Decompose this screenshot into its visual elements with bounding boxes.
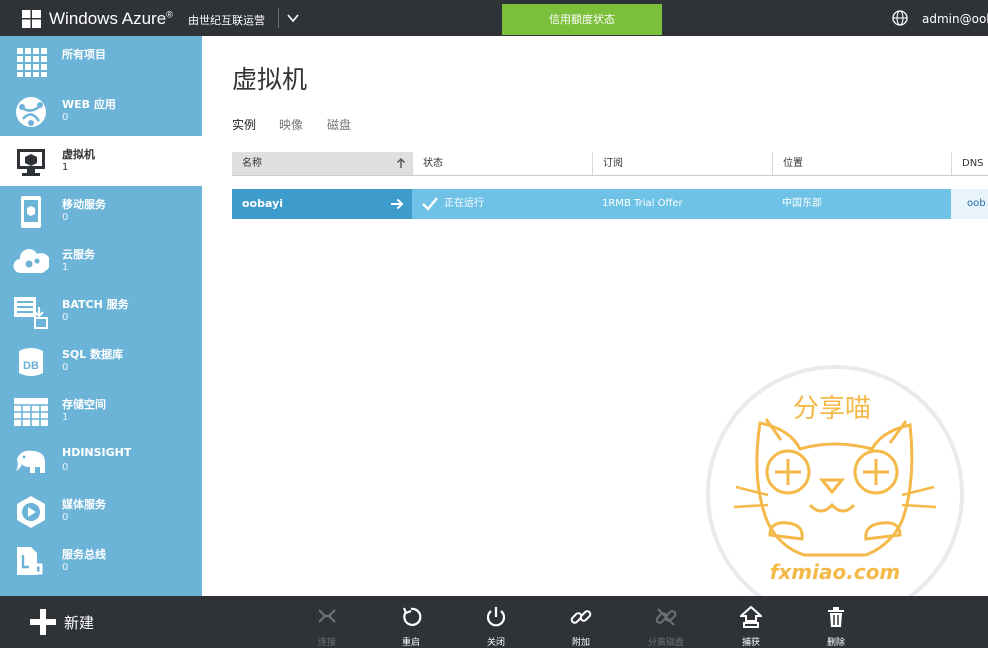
sidebar-item-sql-database[interactable]: DB SQL 数据库 0 [0, 336, 202, 386]
sidebar-item-count: 1 [62, 162, 69, 173]
sidebar: 所有项目 WEB 应用 0 虚拟机 1 移动服务 0 云服务 1 BATCH 服… [0, 36, 202, 596]
service-bus-icon [17, 547, 43, 575]
dns-cell[interactable]: oob [951, 189, 988, 219]
restart-button[interactable]: 重启 [381, 606, 441, 648]
web-apps-icon [16, 97, 46, 127]
sidebar-item-storage[interactable]: 存储空间 1 [0, 386, 202, 436]
sidebar-item-count: 0 [62, 112, 69, 123]
capture-icon [738, 605, 764, 628]
cloud-services-icon [13, 249, 49, 274]
column-header-dns[interactable]: DNS [951, 152, 988, 175]
new-button[interactable]: 新建 [30, 609, 94, 635]
sidebar-item-label: 云服务 [62, 248, 95, 261]
watermark-logo: 分享喵 fxmiao.com [706, 365, 964, 623]
sidebar-item-count: 0 [62, 362, 69, 373]
sidebar-item-web-apps[interactable]: WEB 应用 0 [0, 86, 202, 136]
credit-status-button[interactable]: 信用额度状态 [502, 4, 662, 35]
sidebar-item-count: 0 [62, 562, 69, 573]
shutdown-button[interactable]: 关闭 [466, 606, 526, 648]
page-title: 虚拟机 [232, 65, 308, 94]
sidebar-item-cloud-services[interactable]: 云服务 1 [0, 236, 202, 286]
brand-name: Windows Azure® [49, 9, 173, 28]
sidebar-item-count: 0 [62, 462, 69, 473]
delete-button[interactable]: 删除 [806, 606, 866, 648]
sidebar-item-label: 媒体服务 [62, 498, 106, 511]
mobile-services-icon [21, 196, 41, 228]
sidebar-item-batch-services[interactable]: BATCH 服务 0 [0, 286, 202, 336]
batch-services-icon [14, 297, 48, 329]
globe-icon[interactable] [892, 10, 908, 26]
capture-button[interactable]: 捕获 [721, 605, 781, 648]
sidebar-item-all-items[interactable]: 所有项目 [0, 36, 202, 86]
command-bar: 新建 连接 重启 关闭 附加 分离磁盘 捕获 删除 [0, 596, 988, 648]
plus-icon [30, 609, 56, 635]
sidebar-item-label: BATCH 服务 [62, 298, 129, 311]
sidebar-item-hdinsight[interactable]: HDINSIGHT 0 [0, 436, 202, 486]
arrow-right-icon[interactable] [390, 197, 404, 211]
sidebar-item-media-services[interactable]: 媒体服务 0 [0, 486, 202, 536]
table-header: 名称 状态 订阅 位置 DNS [232, 152, 988, 176]
sidebar-item-count: 1 [62, 412, 69, 423]
sidebar-item-label: HDINSIGHT [62, 446, 132, 459]
attach-button[interactable]: 附加 [551, 606, 611, 648]
sidebar-item-service-bus[interactable]: 服务总线 0 [0, 536, 202, 586]
attach-icon [570, 610, 592, 624]
sidebar-item-count: 0 [62, 212, 69, 223]
connect-icon [318, 609, 336, 623]
sidebar-item-count: 1 [62, 262, 69, 273]
sidebar-item-count: 0 [62, 512, 69, 523]
sidebar-item-label: WEB 应用 [62, 98, 116, 111]
account-name[interactable]: admin@oob [922, 12, 988, 26]
sql-database-icon: DB [19, 348, 43, 376]
column-header-status[interactable]: 状态 [412, 152, 592, 175]
table-row[interactable]: oobayi 正在运行 1RMB Trial Offer 中国东部 oob [232, 189, 988, 219]
chevron-down-icon[interactable] [286, 11, 300, 25]
status-cell: 正在运行 [412, 189, 592, 219]
connect-button[interactable]: 连接 [297, 606, 357, 648]
subscription-cell: 1RMB Trial Offer [602, 198, 683, 209]
detach-disk-icon [655, 608, 677, 626]
column-header-name[interactable]: 名称 [232, 152, 412, 175]
tab-disks[interactable]: 磁盘 [327, 116, 351, 133]
sidebar-item-label: 服务总线 [62, 548, 106, 561]
media-services-icon [17, 496, 45, 528]
svg-text:DB: DB [23, 360, 39, 372]
windows-logo-icon [22, 10, 41, 28]
tab-images[interactable]: 映像 [279, 116, 303, 133]
watermark-url: fxmiao.com [770, 560, 901, 584]
tab-instances[interactable]: 实例 [232, 116, 256, 133]
sidebar-item-label: 所有项目 [62, 48, 106, 61]
sidebar-item-count: 0 [62, 312, 69, 323]
sidebar-item-mobile-services[interactable]: 移动服务 0 [0, 186, 202, 236]
sidebar-item-label: 虚拟机 [62, 148, 95, 161]
delete-icon [828, 607, 844, 627]
watermark-title: 分享喵 [793, 394, 871, 424]
sidebar-item-label: SQL 数据库 [62, 348, 124, 361]
hdinsight-icon [16, 450, 45, 473]
vm-name-cell[interactable]: oobayi [232, 189, 412, 219]
divider [278, 8, 279, 28]
location-cell: 中国东部 [782, 198, 822, 209]
column-header-location[interactable]: 位置 [772, 152, 951, 175]
sidebar-item-virtual-machines[interactable]: 虚拟机 1 [0, 136, 202, 186]
column-header-subscription[interactable]: 订阅 [592, 152, 772, 175]
azure-logo[interactable]: Windows Azure® [22, 9, 173, 29]
provider-label: 由世纪互联运营 [188, 14, 265, 27]
status-text: 正在运行 [444, 198, 484, 209]
top-bar: Windows Azure® 由世纪互联运营 信用额度状态 admin@oob [0, 0, 988, 36]
restart-icon [402, 607, 422, 626]
storage-icon [14, 398, 48, 426]
shutdown-icon [486, 607, 506, 627]
detach-disk-button[interactable]: 分离磁盘 [636, 606, 696, 648]
all-items-icon [17, 48, 47, 77]
sort-ascending-icon [397, 158, 405, 168]
virtual-machines-icon [17, 149, 45, 176]
checkmark-icon [422, 197, 438, 211]
sidebar-item-label: 移动服务 [62, 198, 106, 211]
sidebar-item-label: 存储空间 [62, 398, 106, 411]
